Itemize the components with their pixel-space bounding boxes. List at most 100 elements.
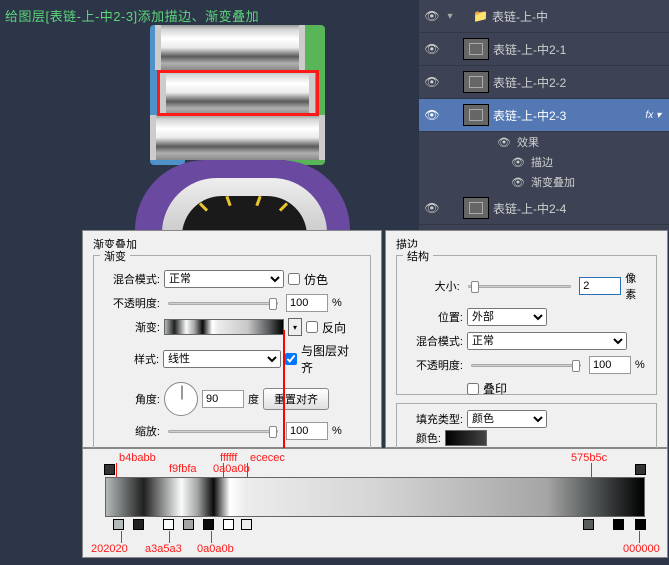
- layer-name: 表链-上-中2-3: [493, 107, 566, 124]
- watch-link: [155, 25, 305, 70]
- layer-thumb: [463, 38, 489, 60]
- reverse-checkbox[interactable]: [306, 321, 318, 333]
- color-stop[interactable]: [183, 519, 194, 530]
- annotation-line: [211, 531, 212, 543]
- layer-row[interactable]: 👁 表链-上-中2-2: [419, 66, 669, 99]
- visibility-icon[interactable]: 👁: [423, 40, 441, 58]
- stop-label: b4babb: [119, 452, 156, 464]
- color-swatch[interactable]: [445, 430, 487, 446]
- scale-input[interactable]: [286, 422, 328, 440]
- reset-align-button[interactable]: 重置对齐: [263, 388, 329, 410]
- layer-row[interactable]: 👁 表链-上-中2-4: [419, 192, 669, 225]
- color-stop[interactable]: [163, 519, 174, 530]
- scale-slider[interactable]: [168, 430, 278, 433]
- annotation-line: [247, 463, 248, 477]
- gradient-editor: b4babb f9fbfa 0a0a0b ffffff ececec 575b5…: [82, 448, 668, 558]
- annotation-line: [121, 531, 122, 543]
- fill-type-select[interactable]: 颜色: [467, 410, 547, 428]
- opacity-input[interactable]: [589, 356, 631, 374]
- color-stop[interactable]: [203, 519, 214, 530]
- dither-checkbox[interactable]: [288, 273, 300, 285]
- gradient-picker-arrow[interactable]: ▾: [288, 318, 302, 336]
- visibility-icon[interactable]: 👁: [423, 7, 441, 25]
- fx-badge[interactable]: fx ▾: [645, 110, 661, 121]
- effect-name: 描边: [531, 154, 553, 170]
- size-slider[interactable]: [468, 285, 572, 288]
- layer-thumb: [463, 104, 489, 126]
- visibility-icon[interactable]: 👁: [511, 176, 525, 189]
- collapse-icon[interactable]: ▾: [445, 11, 455, 22]
- blend-mode-select[interactable]: 正常: [467, 332, 627, 350]
- layer-thumb: [463, 197, 489, 219]
- align-checkbox[interactable]: [285, 353, 297, 365]
- layers-panel: 👁 ▾ 📁 表链-上-中 👁 表链-上-中2-1 👁 表链-上-中2-2 👁 表…: [419, 0, 669, 230]
- opacity-label: 不透明度:: [104, 295, 160, 311]
- effect-name: 渐变叠加: [531, 174, 575, 190]
- color-label: 颜色:: [407, 430, 441, 446]
- opacity-label: 不透明度:: [407, 357, 463, 373]
- size-label: 大小:: [407, 278, 460, 294]
- color-stop[interactable]: [613, 519, 624, 530]
- annotation-line: [169, 531, 170, 543]
- stop-label: 202020: [91, 543, 128, 555]
- color-stop[interactable]: [223, 519, 234, 530]
- blend-mode-select[interactable]: 正常: [164, 270, 284, 288]
- annotation-arrow: [283, 330, 285, 455]
- annotation-line: [591, 463, 592, 477]
- annotation-line: [223, 463, 224, 477]
- layer-row[interactable]: 👁 表链-上-中2-1: [419, 33, 669, 66]
- visibility-icon[interactable]: 👁: [423, 199, 441, 217]
- color-stop[interactable]: [113, 519, 124, 530]
- angle-input[interactable]: [202, 390, 244, 408]
- opacity-slider[interactable]: [168, 302, 278, 305]
- blend-label: 混合模式:: [104, 271, 160, 287]
- color-stop[interactable]: [583, 519, 594, 530]
- gradient-bar[interactable]: [105, 477, 645, 517]
- opacity-slider[interactable]: [471, 364, 581, 367]
- visibility-icon[interactable]: 👁: [497, 136, 511, 149]
- visibility-icon[interactable]: 👁: [423, 73, 441, 91]
- annotation-line: [639, 531, 640, 543]
- layer-name: 表链-上-中2-2: [493, 74, 566, 91]
- color-stop[interactable]: [635, 519, 646, 530]
- visibility-icon[interactable]: 👁: [423, 106, 441, 124]
- size-input[interactable]: [579, 277, 621, 295]
- stop-label: 000000: [623, 543, 660, 555]
- style-select[interactable]: 线性: [163, 350, 281, 368]
- gradient-preview[interactable]: [164, 319, 284, 335]
- angle-label: 角度:: [104, 391, 160, 407]
- layer-thumb: [463, 71, 489, 93]
- opacity-stop[interactable]: [104, 464, 115, 475]
- dialog-title: 渐变叠加: [93, 236, 371, 252]
- percent-unit: %: [635, 359, 645, 371]
- gradient-label: 渐变:: [104, 319, 160, 335]
- highlight-box: [157, 70, 319, 116]
- layer-group-row[interactable]: 👁 ▾ 📁 表链-上-中: [419, 0, 669, 33]
- layer-row-active[interactable]: 👁 表链-上-中2-3 fx ▾: [419, 99, 669, 132]
- overprint-label: 叠印: [483, 380, 507, 397]
- dialog-title: 描边: [396, 236, 657, 252]
- section-label: 渐变: [100, 248, 130, 264]
- color-stop[interactable]: [133, 519, 144, 530]
- stop-label: f9fbfa: [169, 463, 197, 475]
- percent-unit: %: [332, 425, 342, 437]
- dither-label: 仿色: [304, 271, 328, 288]
- stop-label: ececec: [250, 452, 285, 464]
- visibility-icon[interactable]: 👁: [511, 156, 525, 169]
- angle-dial[interactable]: [164, 382, 198, 416]
- stop-label: 0a0a0b: [197, 543, 234, 555]
- stroke-dialog: 描边 结构 大小: 像素 位置: 外部 混合模式: 正常 不透明度: % 叠印: [385, 230, 668, 448]
- effects-header[interactable]: 👁 效果: [419, 132, 669, 152]
- effect-gradient-row[interactable]: 👁 渐变叠加: [419, 172, 669, 192]
- effects-label: 效果: [517, 134, 539, 150]
- layer-name: 表链-上-中2-1: [493, 41, 566, 58]
- blend-label: 混合模式:: [407, 333, 463, 349]
- overprint-checkbox[interactable]: [467, 383, 479, 395]
- watch-preview: [110, 0, 410, 230]
- opacity-input[interactable]: [286, 294, 328, 312]
- position-select[interactable]: 外部: [467, 308, 547, 326]
- effect-stroke-row[interactable]: 👁 描边: [419, 152, 669, 172]
- layer-name: 表链-上-中2-4: [493, 200, 566, 217]
- color-stop[interactable]: [241, 519, 252, 530]
- opacity-stop[interactable]: [635, 464, 646, 475]
